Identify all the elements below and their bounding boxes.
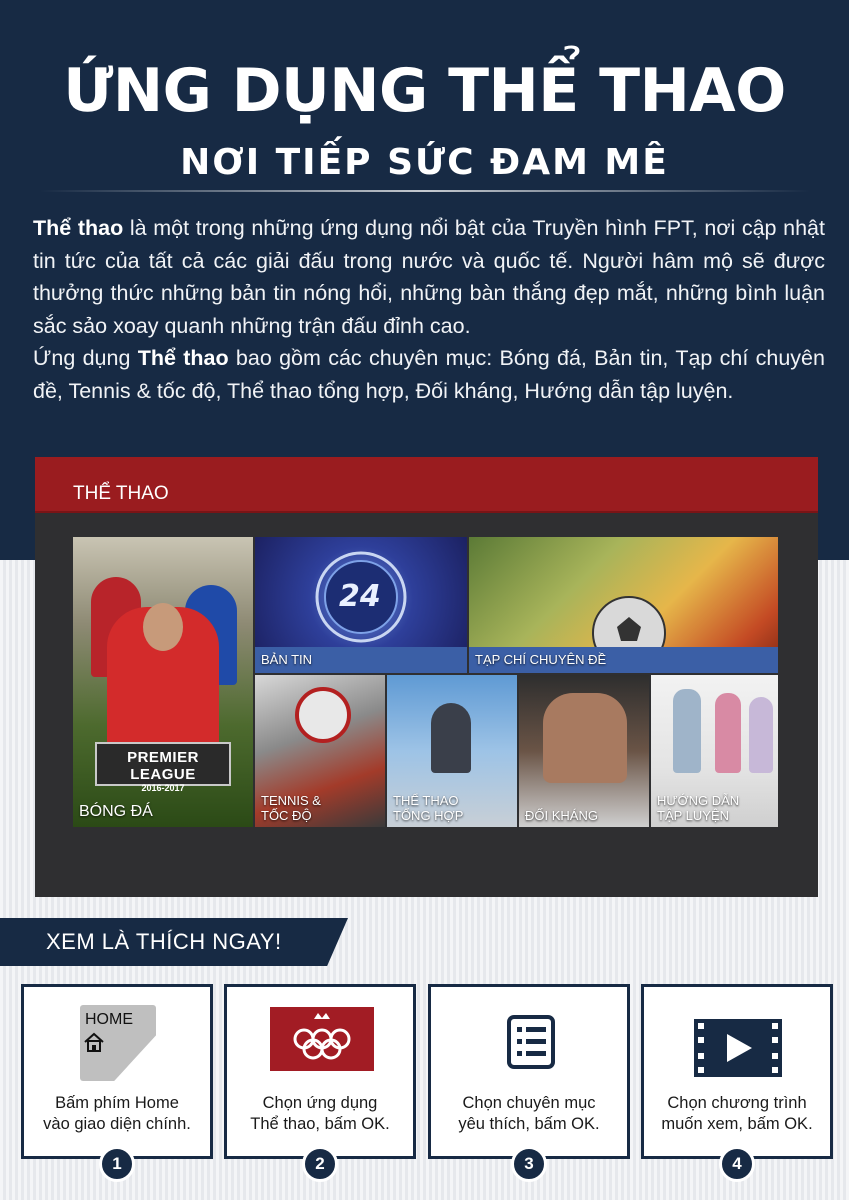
tile-label: ĐỐI KHÁNG — [525, 808, 598, 823]
tile-tennis-toc-do[interactable]: TENNIS & TỐC ĐỘ — [255, 675, 385, 827]
home-key-label: HOME — [85, 1011, 133, 1028]
step-text-line: Chọn ứng dụng — [262, 1094, 378, 1112]
tile-label-line: THỂ THAO — [393, 793, 459, 808]
step-card-1: HOME Bấm phím Home vào giao diện chính. … — [21, 984, 213, 1182]
tv-app-header: THỂ THAO — [35, 457, 818, 513]
step-text-line: Thể thao, bấm OK. — [250, 1115, 390, 1133]
tile-label-line: TENNIS & — [261, 793, 321, 808]
step-text-line: muốn xem, bấm OK. — [661, 1115, 813, 1133]
step-text-line: vào giao diện chính. — [43, 1115, 191, 1133]
athlete-figure-icon — [431, 703, 471, 773]
tile-label: TENNIS & TỐC ĐỘ — [261, 793, 321, 823]
ban-tin-logo-text: 24 — [339, 579, 381, 614]
intro-paragraph-1: Thể thao là một trong những ứng dụng nổi… — [33, 212, 825, 342]
step-text-line: Chọn chuyên mục — [462, 1094, 596, 1112]
tile-label-line: TỔNG HỢP — [393, 808, 464, 823]
step-number-badge: 3 — [511, 1146, 547, 1182]
tile-label: TẠP CHÍ CHUYÊN ĐỀ — [475, 652, 607, 667]
trainer-figure-icon — [749, 697, 773, 773]
fighter-figure-icon — [543, 693, 627, 783]
tv-app-screen: THỂ THAO PREMIER LEAGUE 2016-2017 BÓNG Đ… — [35, 457, 818, 897]
tile-the-thao-tong-hop[interactable]: THỂ THAO TỔNG HỢP — [387, 675, 517, 827]
tile-huong-dan-tap-luyen[interactable]: HƯỚNG DẪN TẬP LUYỆN — [651, 675, 778, 827]
step-instruction: Chọn chuyên mục yêu thích, bấm OK. — [431, 1093, 627, 1135]
house-icon — [84, 1032, 104, 1052]
step-text-line: yêu thích, bấm OK. — [458, 1115, 600, 1133]
step-instruction: Chọn ứng dụng Thể thao, bấm OK. — [227, 1093, 413, 1135]
step-instruction: Bấm phím Home vào giao diện chính. — [24, 1093, 210, 1135]
step-number-badge: 1 — [99, 1146, 135, 1182]
step-card-3: Chọn chuyên mục yêu thích, bấm OK. 3 — [428, 984, 630, 1182]
tile-label-line: TẬP LUYỆN — [657, 808, 730, 823]
intro-bold-2: Thể thao — [137, 346, 229, 370]
trainer-figure-icon — [715, 693, 741, 773]
tile-label-line: HƯỚNG DẪN — [657, 793, 740, 808]
step-instruction: Chọn chương trình muốn xem, bấm OK. — [644, 1093, 830, 1135]
list-icon — [507, 1015, 555, 1069]
step-text-line: Chọn chương trình — [667, 1094, 807, 1112]
step-number-badge: 4 — [719, 1146, 755, 1182]
page-title: ỨNG DỤNG THỂ THAO — [63, 56, 786, 126]
tv-app-title: THỂ THAO — [73, 483, 169, 504]
helmet-icon — [295, 687, 351, 743]
home-key-icon: HOME — [80, 1005, 156, 1081]
step-text-line: Bấm phím Home — [55, 1094, 179, 1112]
tile-label: THỂ THAO TỔNG HỢP — [393, 793, 463, 823]
intro-paragraph-2: Ứng dụng Thể thao bao gồm các chuyên mục… — [33, 342, 825, 407]
olympic-rings-icon — [293, 1013, 351, 1060]
step-card-2: Chọn ứng dụng Thể thao, bấm OK. 2 — [224, 984, 416, 1182]
tile-label-line: TỐC ĐỘ — [261, 808, 312, 823]
cta-ribbon-text: XEM LÀ THÍCH NGAY! — [46, 929, 282, 954]
tile-bong-da[interactable]: PREMIER LEAGUE 2016-2017 BÓNG ĐÁ — [73, 537, 253, 827]
tile-label: BẢN TIN — [261, 652, 313, 667]
player-face-icon — [143, 603, 183, 651]
step-card-4: Chọn chương trình muốn xem, bấm OK. 4 — [641, 984, 833, 1182]
intro-text: Thể thao là một trong những ứng dụng nổi… — [33, 212, 825, 407]
intro-start-2: Ứng dụng — [33, 346, 138, 370]
premier-league-badge: PREMIER LEAGUE 2016-2017 — [95, 742, 231, 793]
video-play-icon — [694, 1019, 782, 1077]
badge-title: PREMIER LEAGUE — [127, 749, 199, 783]
tile-label: BÓNG ĐÁ — [79, 803, 153, 820]
trainer-figure-icon — [673, 689, 701, 773]
tile-doi-khang[interactable]: ĐỐI KHÁNG — [519, 675, 649, 827]
intro-bold-1: Thể thao — [33, 216, 124, 240]
badge-season: 2016-2017 — [141, 783, 185, 793]
page-subtitle: NƠI TIẾP SỨC ĐAM MÊ — [180, 142, 669, 183]
intro-rest-1: là một trong những ứng dụng nổi bật của … — [33, 216, 825, 338]
tile-tap-chi-chuyen-de[interactable]: TẠP CHÍ CHUYÊN ĐỀ — [469, 537, 778, 673]
tile-ban-tin[interactable]: 24 BẢN TIN — [255, 537, 467, 673]
tile-label: HƯỚNG DẪN TẬP LUYỆN — [657, 793, 739, 823]
cta-ribbon: XEM LÀ THÍCH NGAY! — [0, 918, 348, 966]
title-divider — [40, 190, 810, 192]
step-number-badge: 2 — [302, 1146, 338, 1182]
sports-app-icon — [270, 1007, 374, 1071]
